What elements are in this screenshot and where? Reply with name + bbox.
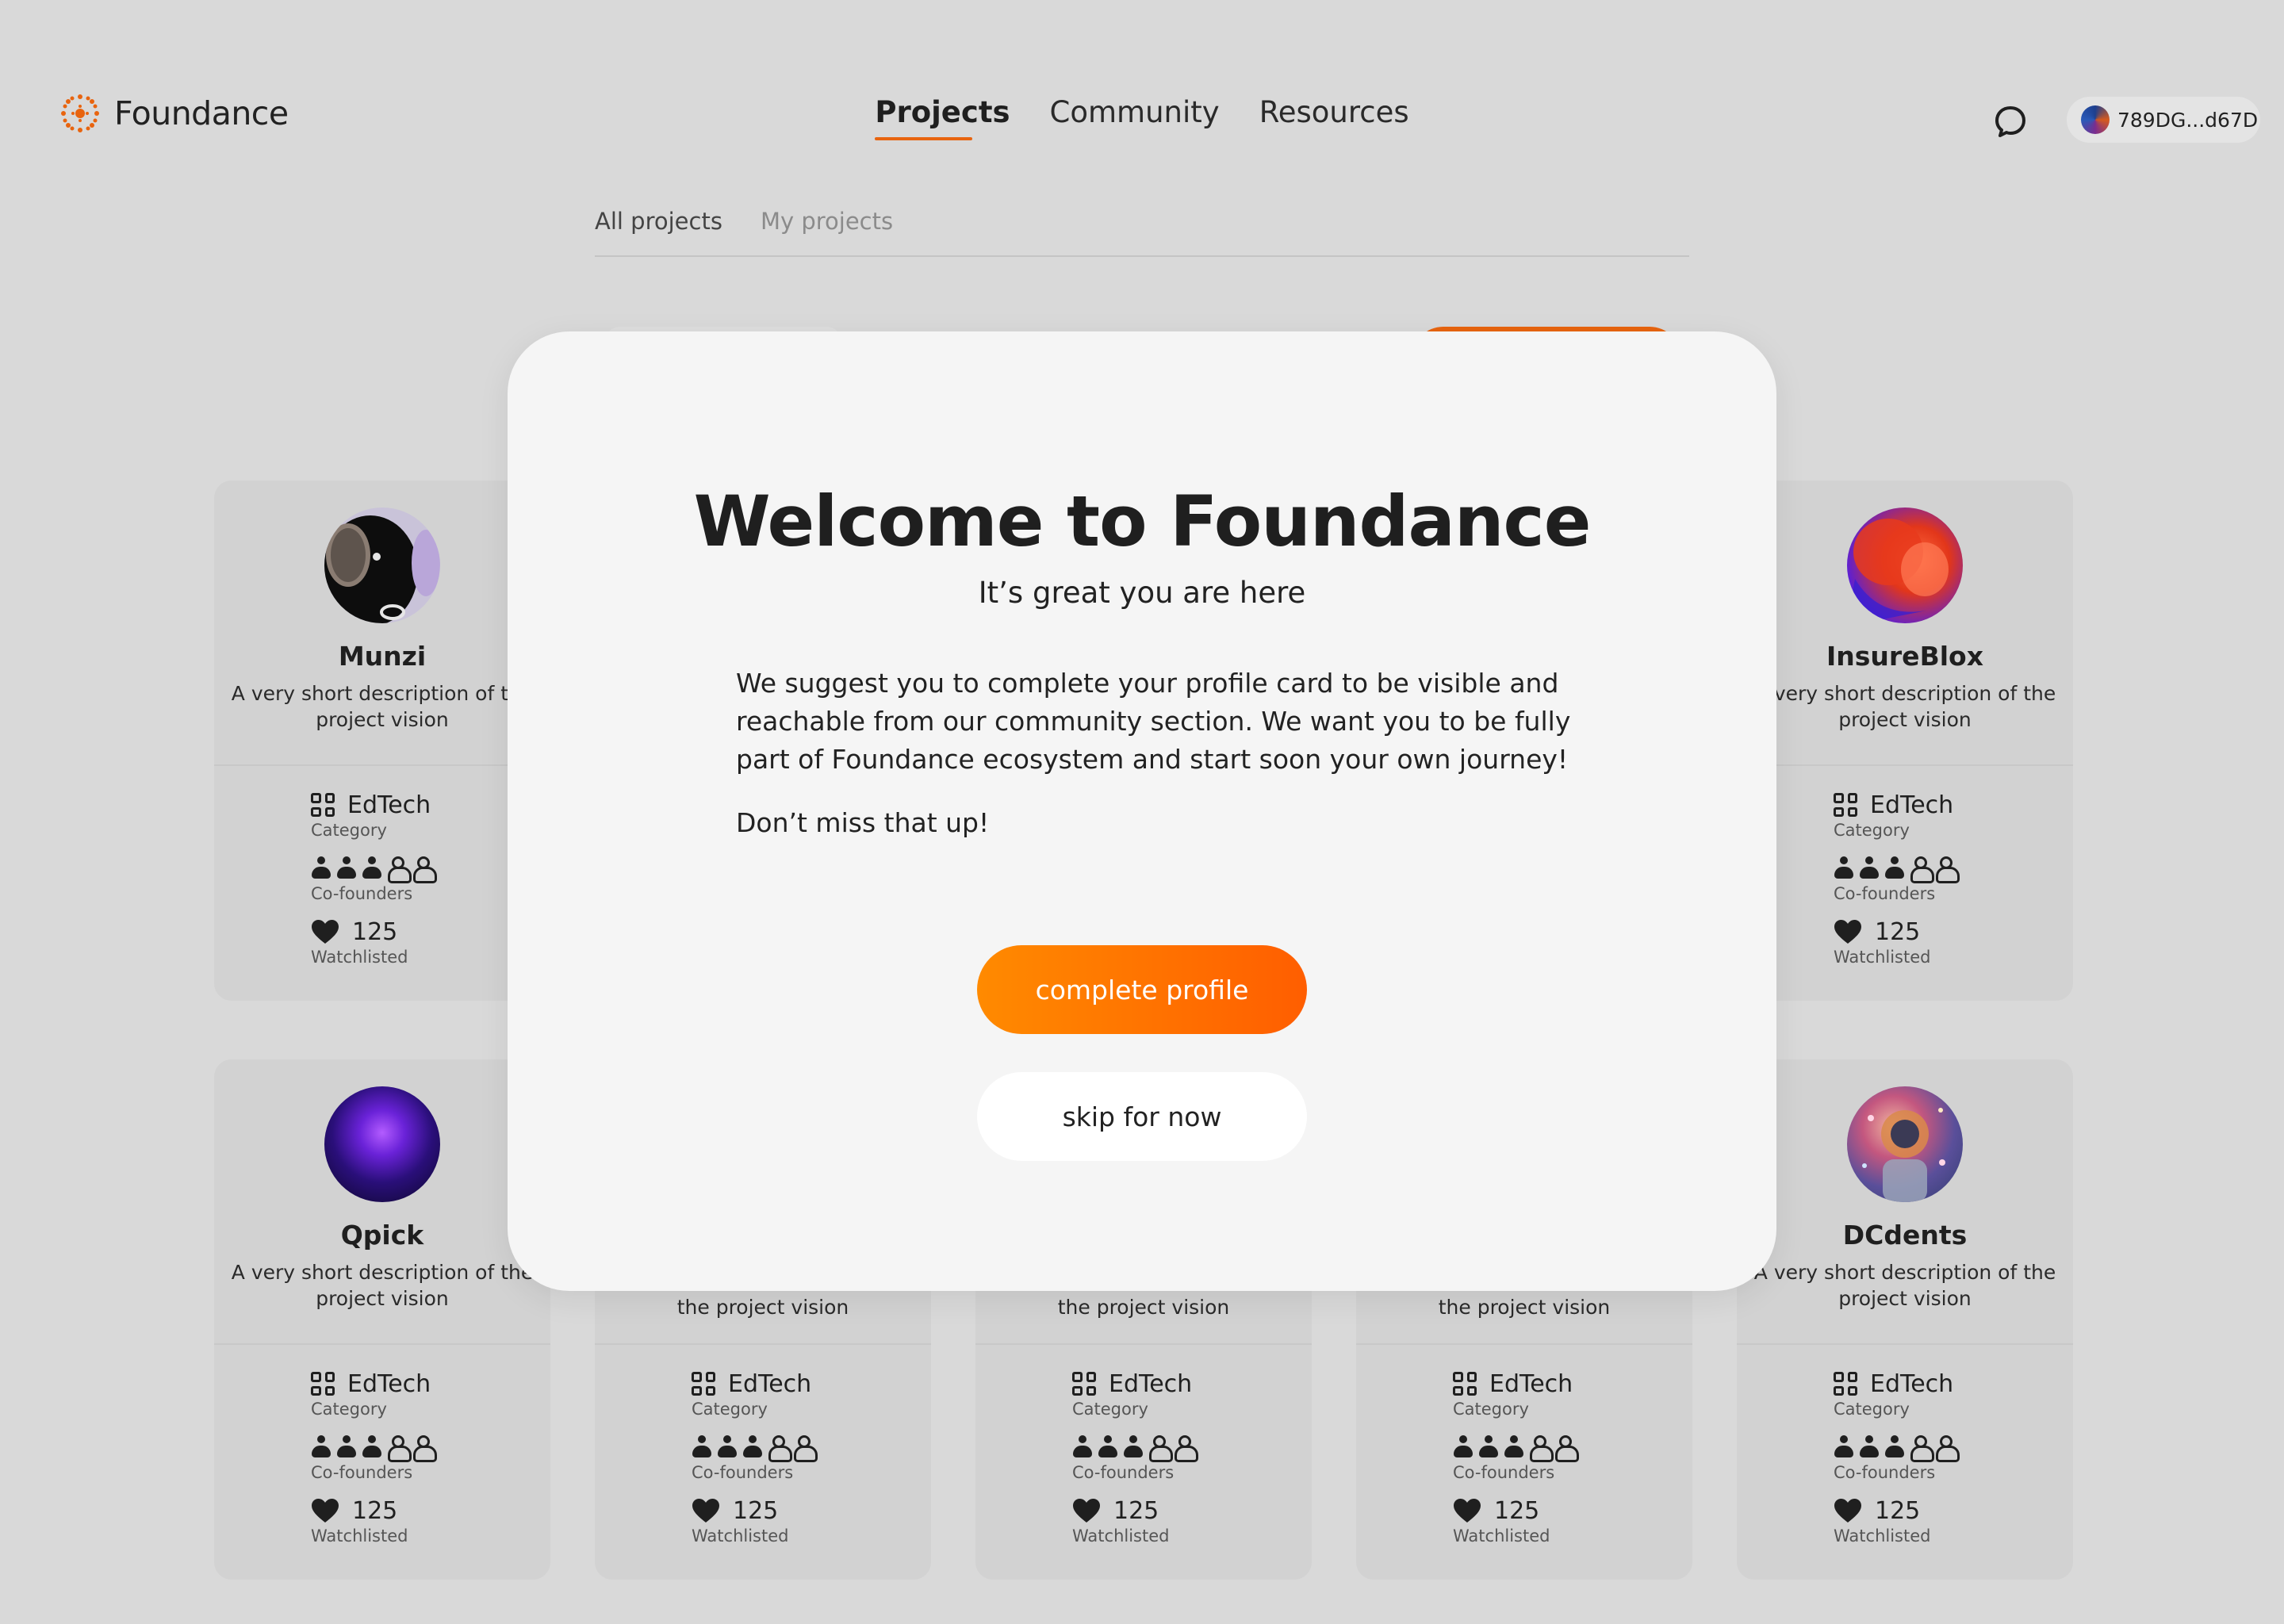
tab-my-projects[interactable]: My projects	[761, 208, 893, 255]
category-icon	[692, 1372, 715, 1396]
project-description: A very short description of the project …	[1753, 1261, 2056, 1310]
project-description: A very short description of the project …	[1753, 682, 2056, 731]
wallet-avatar	[2081, 105, 2110, 134]
cofounders-label: Co-founders	[311, 1463, 413, 1482]
category-label: Category	[1834, 821, 1910, 840]
project-name: Munzi	[338, 641, 427, 672]
category-icon	[1453, 1372, 1477, 1396]
project-description: A very short description of the project …	[231, 682, 534, 731]
project-name: DCdents	[1842, 1220, 1968, 1251]
modal-body: We suggest you to complete your profile …	[736, 665, 1577, 842]
category-label: Category	[1072, 1400, 1148, 1419]
modal-title: Welcome to Foundance	[693, 481, 1592, 562]
project-avatar	[1847, 1086, 1963, 1202]
heart-icon	[1454, 1499, 1481, 1522]
cofounders-icon	[1072, 1434, 1198, 1462]
project-card[interactable]: InsureBlox A very short description of t…	[1737, 481, 2073, 1001]
cofounders-label: Co-founders	[1834, 1463, 1936, 1482]
wallet-button[interactable]: 789DG...d67D	[2067, 97, 2260, 143]
watchlisted-label: Watchlisted	[692, 1526, 789, 1545]
nav-projects[interactable]: Projects	[875, 95, 1010, 140]
category-icon	[1834, 793, 1857, 817]
project-description: the project vision	[676, 1296, 849, 1319]
watchlisted-count: 125	[1875, 1496, 1921, 1525]
heart-icon	[312, 920, 339, 944]
category-label: Category	[1834, 1400, 1910, 1419]
category-value: EdTech	[1870, 1369, 1954, 1398]
watchlisted-label: Watchlisted	[1834, 948, 1931, 967]
watchlisted-label: Watchlisted	[1072, 1526, 1170, 1545]
watchlisted-count: 125	[1113, 1496, 1159, 1525]
project-avatar	[1847, 508, 1963, 623]
category-label: Category	[311, 1400, 387, 1419]
nav-community[interactable]: Community	[1050, 95, 1220, 140]
project-card[interactable]: Qpick A very short description of the pr…	[214, 1059, 550, 1580]
chat-bubble-icon	[1995, 106, 2025, 137]
project-card[interactable]: DCdents A very short description of the …	[1737, 1059, 2073, 1580]
project-card[interactable]: Munzi A very short description of the pr…	[214, 481, 550, 1001]
main-nav: Projects Community Resources	[0, 95, 2284, 140]
heart-icon	[1834, 1499, 1861, 1522]
cofounders-icon	[1834, 1434, 1960, 1462]
cofounders-icon	[692, 1434, 818, 1462]
cofounders-icon	[311, 1434, 437, 1462]
cofounders-icon	[1834, 856, 1960, 883]
modal-note: Don’t miss that up!	[736, 807, 990, 838]
category-label: Category	[1453, 1400, 1529, 1419]
cofounders-icon	[1453, 1434, 1579, 1462]
watchlisted-count: 125	[352, 917, 398, 946]
chat-button[interactable]	[1991, 102, 2030, 141]
cofounders-icon	[311, 856, 437, 883]
welcome-modal: Welcome to Foundance It’s great you are …	[508, 331, 1776, 1291]
category-icon	[311, 1372, 335, 1396]
watchlisted-label: Watchlisted	[1834, 1526, 1931, 1545]
heart-icon	[692, 1499, 719, 1522]
category-value: EdTech	[1870, 791, 1954, 819]
watchlisted-count: 125	[733, 1496, 779, 1525]
cofounders-label: Co-founders	[1834, 884, 1936, 903]
modal-body-text: We suggest you to complete your profile …	[736, 668, 1571, 775]
project-name: InsureBlox	[1826, 641, 1983, 672]
category-value: EdTech	[347, 791, 431, 819]
skip-for-now-button[interactable]: skip for now	[977, 1072, 1307, 1161]
modal-subtitle: It’s great you are here	[978, 576, 1306, 610]
tab-all-projects[interactable]: All projects	[595, 208, 722, 255]
watchlisted-label: Watchlisted	[311, 1526, 408, 1545]
project-description: A very short description of the project …	[231, 1261, 534, 1310]
nav-resources[interactable]: Resources	[1259, 95, 1409, 140]
watchlisted-count: 125	[352, 1496, 398, 1525]
category-value: EdTech	[1489, 1369, 1573, 1398]
cofounders-label: Co-founders	[1453, 1463, 1555, 1482]
project-name: Qpick	[340, 1220, 424, 1251]
category-icon	[1834, 1372, 1857, 1396]
project-description: the project vision	[1057, 1296, 1230, 1319]
project-description: the project vision	[1438, 1296, 1611, 1319]
category-label: Category	[692, 1400, 768, 1419]
wallet-address: 789DG...d67D	[2117, 108, 2259, 132]
heart-icon	[1834, 920, 1861, 944]
complete-profile-button[interactable]: complete profile	[977, 945, 1307, 1034]
category-value: EdTech	[1109, 1369, 1193, 1398]
category-value: EdTech	[347, 1369, 431, 1398]
watchlisted-count: 125	[1875, 917, 1921, 946]
heart-icon	[312, 1499, 339, 1522]
heart-icon	[1073, 1499, 1100, 1522]
project-tabs: All projects My projects	[595, 208, 1689, 257]
category-value: EdTech	[728, 1369, 812, 1398]
watchlisted-label: Watchlisted	[1453, 1526, 1550, 1545]
project-avatar	[324, 508, 440, 623]
category-icon	[311, 793, 335, 817]
watchlisted-count: 125	[1494, 1496, 1540, 1525]
cofounders-label: Co-founders	[692, 1463, 794, 1482]
project-avatar	[324, 1086, 440, 1202]
category-icon	[1072, 1372, 1096, 1396]
cofounders-label: Co-founders	[1072, 1463, 1175, 1482]
